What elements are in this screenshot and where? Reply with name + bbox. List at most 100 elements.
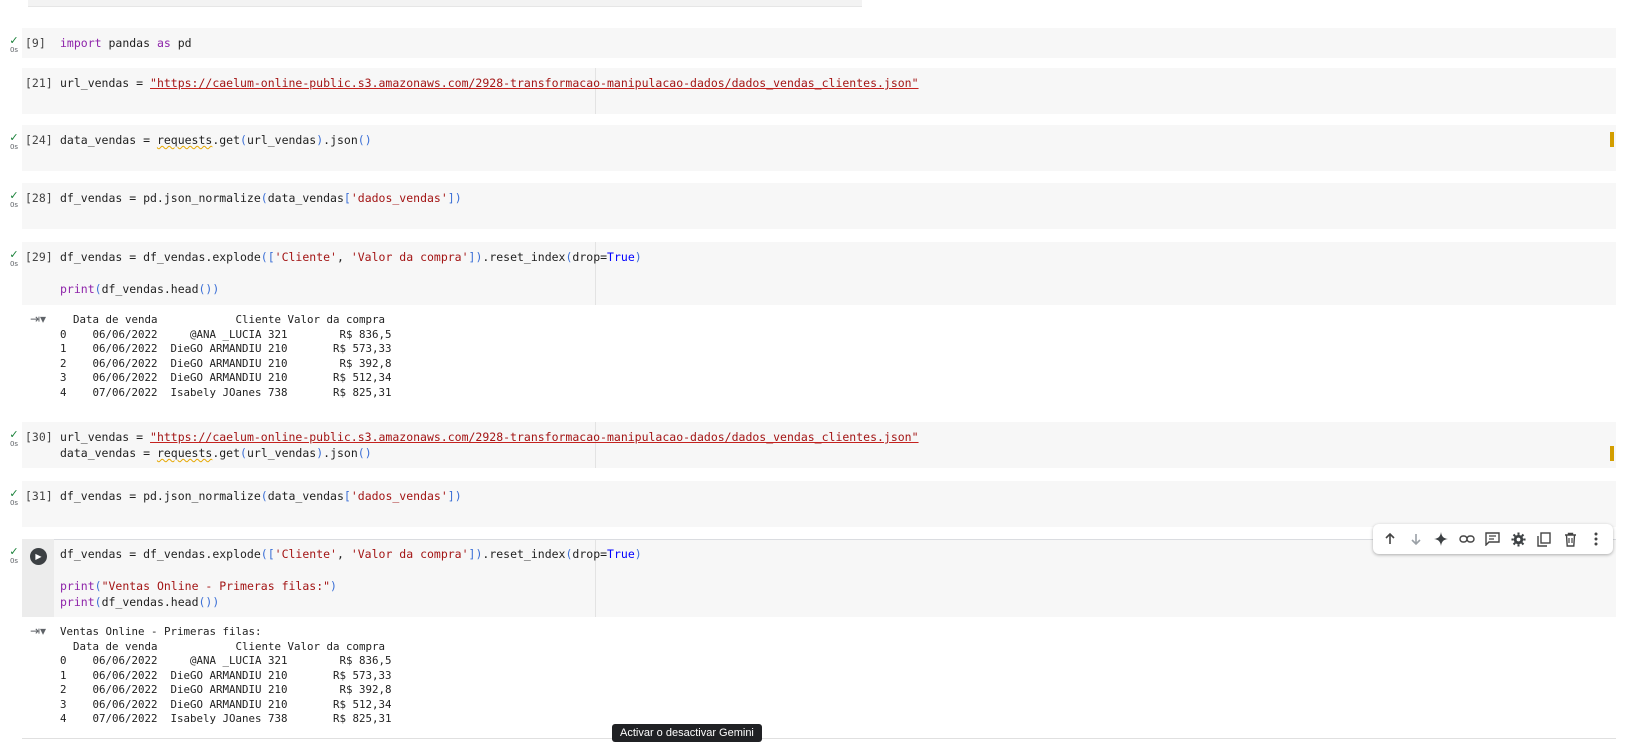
code-editor[interactable]: df_vendas = pd.json_normalize(data_venda… xyxy=(60,190,462,206)
code-cell[interactable]: ✓ 0s [24] data_vendas = requests.get(url… xyxy=(0,125,1628,171)
code-editor[interactable]: df_vendas = pd.json_normalize(data_venda… xyxy=(60,488,462,504)
code-token: url_vendas = xyxy=(60,76,151,90)
code-token: () xyxy=(357,446,372,460)
cell-output: ⇥▾ Data de venda Cliente Valor da compra… xyxy=(22,305,1616,405)
code-line[interactable]: print(df_vendas.head()) xyxy=(60,595,219,609)
status-indicator: ✓ 0s xyxy=(6,428,22,448)
gemini-sparkle-icon[interactable] xyxy=(1430,528,1452,550)
check-icon: ✓ xyxy=(9,428,19,441)
code-line[interactable]: df_vendas = pd.json_normalize(data_venda… xyxy=(60,191,462,205)
code-token: import xyxy=(60,36,102,50)
code-editor[interactable]: df_vendas = df_vendas.explode(['Cliente'… xyxy=(60,249,642,297)
output-text: Data de venda Cliente Valor da compra 0 … xyxy=(60,313,392,399)
code-line[interactable]: import pandas as pd xyxy=(60,36,192,50)
code-cell[interactable]: ✓ 0s [28] df_vendas = pd.json_normalize(… xyxy=(0,183,1628,229)
code-line[interactable]: url_vendas = "https://caelum-online-publ… xyxy=(60,76,919,90)
code-token: .reset_index xyxy=(482,250,566,264)
link-icon[interactable] xyxy=(1456,528,1478,550)
code-token: pandas xyxy=(101,36,157,50)
execution-time: 0s xyxy=(9,260,19,268)
code-token: ( xyxy=(94,282,102,296)
code-token: ([ xyxy=(260,250,275,264)
code-token: print xyxy=(60,579,95,593)
code-token: 'dados_vendas' xyxy=(350,191,448,205)
code-line[interactable]: url_vendas = "https://caelum-online-publ… xyxy=(60,430,919,444)
execution-time: 0s xyxy=(9,440,19,448)
cell-toolbar xyxy=(1373,524,1613,554)
code-token: df_vendas.head xyxy=(101,595,199,609)
run-cell-button[interactable]: ▶ xyxy=(30,548,47,565)
check-icon: ✓ xyxy=(9,189,19,202)
execution-count: [31] xyxy=(25,489,53,503)
code-editor[interactable]: url_vendas = "https://caelum-online-publ… xyxy=(60,75,919,91)
status-indicator: ✓ 0s xyxy=(6,488,22,507)
execution-time: 0s xyxy=(9,143,19,151)
code-token: ( xyxy=(94,579,102,593)
output-toggle-icon[interactable]: ⇥▾ xyxy=(30,624,46,638)
execution-time: 0s xyxy=(9,201,19,209)
code-token: requests xyxy=(156,446,213,460)
code-token: ( xyxy=(260,191,268,205)
code-line[interactable]: df_vendas = pd.json_normalize(data_venda… xyxy=(60,489,462,503)
code-token: url_vendas xyxy=(246,133,317,147)
code-token: () xyxy=(357,133,372,147)
code-token: drop= xyxy=(572,547,608,561)
comment-icon[interactable] xyxy=(1482,528,1504,550)
code-line[interactable]: df_vendas = df_vendas.explode(['Cliente'… xyxy=(60,547,642,561)
code-editor[interactable]: df_vendas = df_vendas.explode(['Cliente'… xyxy=(60,546,642,610)
code-token: , xyxy=(336,547,351,561)
code-token: df_vendas = df_vendas.explode xyxy=(60,250,261,264)
code-token: .get xyxy=(212,446,241,460)
code-token: data_vendas = xyxy=(60,446,157,460)
code-cell[interactable]: ✓ 0s [9] import pandas as pd xyxy=(0,28,1628,58)
execution-time: 0s xyxy=(9,557,19,565)
code-token: df_vendas.head xyxy=(101,282,199,296)
code-token: print xyxy=(60,282,95,296)
code-editor[interactable]: url_vendas = "https://caelum-online-publ… xyxy=(60,429,919,461)
code-cell[interactable]: [21] url_vendas = "https://caelum-online… xyxy=(0,68,1628,114)
status-indicator: ✓ 0s xyxy=(6,248,22,268)
execution-count: [21] xyxy=(25,76,53,90)
check-icon: ✓ xyxy=(9,248,19,261)
cell-output: ⇥▾ Ventas Online - Primeras filas: Data … xyxy=(22,617,1616,735)
code-token: , xyxy=(336,250,351,264)
code-token: ) xyxy=(634,547,642,561)
mirror-cell-icon[interactable] xyxy=(1533,528,1555,550)
code-token: ()) xyxy=(198,282,220,296)
code-line[interactable]: print(df_vendas.head()) xyxy=(60,282,219,296)
code-token: ( xyxy=(240,446,247,460)
change-marker xyxy=(1610,132,1614,147)
code-token: drop= xyxy=(572,250,608,264)
cell-editor[interactable] xyxy=(22,28,1616,58)
code-editor[interactable]: import pandas as pd xyxy=(60,35,192,51)
code-token: .get xyxy=(212,133,241,147)
code-editor[interactable]: data_vendas = requests.get(url_vendas).j… xyxy=(60,132,372,148)
code-token: ] xyxy=(447,489,455,503)
trash-icon[interactable] xyxy=(1559,528,1581,550)
active-code-cell[interactable]: ✓ 0s ▶ df_vendas = df_vendas.explode(['C… xyxy=(0,539,1628,735)
code-token: pd xyxy=(170,36,192,50)
output-toggle-icon[interactable]: ⇥▾ xyxy=(30,312,46,326)
code-token: ) xyxy=(330,579,337,593)
code-line[interactable]: print("Ventas Online - Primeras filas:") xyxy=(60,579,337,593)
code-line[interactable]: df_vendas = df_vendas.explode(['Cliente'… xyxy=(60,250,642,264)
more-vert-icon[interactable] xyxy=(1585,528,1607,550)
code-token: 'dados_vendas' xyxy=(350,489,448,503)
notebook: ✓ 0s [9] import pandas as pd [21] url_ve… xyxy=(0,0,1628,744)
code-token: .json xyxy=(323,133,358,147)
output-text: Ventas Online - Primeras filas: Data de … xyxy=(60,625,392,725)
code-cell[interactable]: ✓ 0s [30] url_vendas = "https://caelum-o… xyxy=(0,422,1628,468)
gear-icon[interactable] xyxy=(1508,528,1530,550)
code-token: ]) xyxy=(468,547,483,561)
arrow-down-icon[interactable] xyxy=(1405,528,1427,550)
code-cell[interactable]: ✓ 0s [31] df_vendas = pd.json_normalize(… xyxy=(0,481,1628,527)
code-line[interactable]: data_vendas = requests.get(url_vendas).j… xyxy=(60,446,372,460)
execution-time: 0s xyxy=(9,46,19,54)
code-token: 'Valor da compra' xyxy=(350,250,469,264)
arrow-up-icon[interactable] xyxy=(1379,528,1401,550)
code-cell[interactable]: ✓ 0s [29] df_vendas = df_vendas.explode(… xyxy=(0,242,1628,408)
previous-cell-edge xyxy=(28,0,862,7)
code-line[interactable]: data_vendas = requests.get(url_vendas).j… xyxy=(60,133,372,147)
play-icon: ▶ xyxy=(35,552,42,561)
execution-time: 0s xyxy=(9,499,19,507)
